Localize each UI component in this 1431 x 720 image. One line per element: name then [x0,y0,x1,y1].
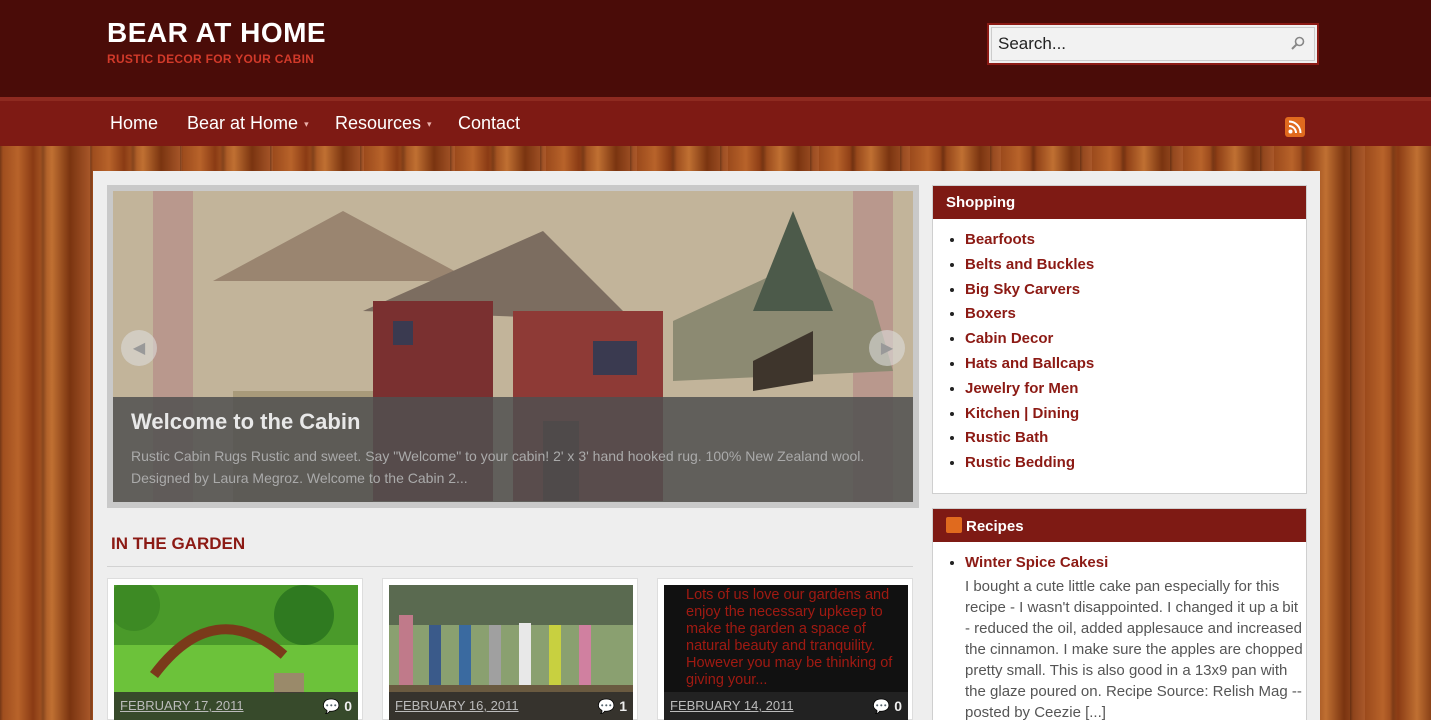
slide-title[interactable]: Welcome to the Cabin [131,409,895,435]
shopping-link[interactable]: Rustic Bedding [965,454,1075,471]
site-header: BEAR AT HOME RUSTIC DECOR FOR YOUR CABIN [0,0,1431,97]
slider-next-button[interactable]: ▶ [869,330,905,366]
post-card[interactable]: Lots of us love our gardens and enjoy th… [657,578,913,720]
search-icon[interactable] [1291,36,1305,50]
post-date[interactable]: FEBRUARY 17, 2011 [120,698,244,713]
nav-item-home[interactable]: Home [110,113,158,134]
shopping-link[interactable]: Big Sky Carvers [965,281,1080,298]
comment-count-value: 1 [619,698,627,714]
featured-slider: ◀ ▶ Welcome to the Cabin Rustic Cabin Ru… [107,185,919,508]
list-item: Winter Spice Cakesi I bought a cute litt… [965,551,1306,720]
post-card[interactable]: FEBRUARY 16, 2011 💬 1 [382,578,638,720]
list-item: Kitchen | Dining [965,402,1306,427]
shopping-list: Bearfoots Belts and Buckles Big Sky Carv… [933,219,1306,476]
post-meta: FEBRUARY 16, 2011 💬 1 [389,692,633,720]
search-input[interactable] [991,27,1315,61]
comment-count-value: 0 [894,698,902,714]
shopping-link[interactable]: Jewelry for Men [965,380,1078,397]
post-meta: FEBRUARY 17, 2011 💬 0 [114,692,358,720]
slide-excerpt: Rustic Cabin Rugs Rustic and sweet. Say … [131,448,865,486]
slide-caption: Welcome to the Cabin Rustic Cabin Rugs R… [113,397,913,502]
shopping-link[interactable]: Hats and Ballcaps [965,355,1094,372]
nav-item-resources[interactable]: Resources ▾ [335,113,432,134]
rss-icon[interactable] [1285,117,1305,137]
post-card[interactable]: FEBRUARY 17, 2011 💬 0 [107,578,363,720]
post-date[interactable]: FEBRUARY 16, 2011 [395,698,519,713]
comment-count[interactable]: 💬 0 [323,698,352,715]
main-nav: Home Bear at Home ▾ Resources ▾ Contact [0,97,1431,146]
widget-title: Shopping [933,186,1306,219]
nav-item-label: Home [110,113,159,133]
shopping-link[interactable]: Rustic Bath [965,429,1048,446]
list-item: Bearfoots [965,228,1306,253]
rss-glyph-icon [1288,120,1302,134]
shopping-link[interactable]: Belts and Buckles [965,256,1094,273]
comment-count[interactable]: 💬 1 [598,698,627,715]
slider-prev-button[interactable]: ◀ [121,330,157,366]
shopping-link[interactable]: Cabin Decor [965,330,1053,347]
shopping-widget: Shopping Bearfoots Belts and Buckles Big… [932,185,1307,494]
nav-item-label: Contact [458,113,521,133]
list-item: Cabin Decor [965,327,1306,352]
rss-icon[interactable] [946,517,962,533]
widget-title: Recipes [933,509,1306,542]
list-item: Hats and Ballcaps [965,352,1306,377]
recipes-list: Winter Spice Cakesi I bought a cute litt… [933,542,1306,720]
chevron-down-icon: ▾ [427,118,432,129]
site-title[interactable]: BEAR AT HOME [107,17,326,49]
list-item: Rustic Bedding [965,451,1306,476]
widget-title-label: Recipes [966,518,1024,535]
recipe-excerpt: I bought a cute little cake pan especial… [965,577,1303,720]
list-item: Belts and Buckles [965,253,1306,278]
recipes-widget: Recipes Winter Spice Cakesi I bought a c… [932,508,1307,720]
shopping-link[interactable]: Bearfoots [965,231,1035,248]
list-item: Rustic Bath [965,426,1306,451]
shopping-link[interactable]: Boxers [965,305,1016,322]
list-item: Jewelry for Men [965,377,1306,402]
recipe-link[interactable]: Winter Spice Cakesi [965,554,1108,571]
chevron-down-icon: ▾ [304,118,309,129]
comment-count[interactable]: 💬 0 [873,698,902,715]
post-image-alt-text: Lots of us love our gardens and enjoy th… [686,587,893,688]
search-box [987,23,1319,65]
comment-count-value: 0 [344,698,352,714]
section-divider [107,566,913,567]
list-item: Boxers [965,302,1306,327]
shopping-link[interactable]: Kitchen | Dining [965,405,1079,422]
chevron-left-icon: ◀ [132,340,146,357]
nav-item-bear-at-home[interactable]: Bear at Home ▾ [187,113,309,134]
post-meta: FEBRUARY 14, 2011 💬 0 [664,692,908,720]
chevron-right-icon: ▶ [880,340,894,357]
site-tagline: RUSTIC DECOR FOR YOUR CABIN [107,52,315,66]
post-date[interactable]: FEBRUARY 14, 2011 [670,698,794,713]
list-item: Big Sky Carvers [965,278,1306,303]
nav-item-label: Resources [335,113,422,133]
nav-item-label: Bear at Home [187,113,299,133]
nav-item-contact[interactable]: Contact [458,113,520,134]
section-title: IN THE GARDEN [111,534,246,553]
